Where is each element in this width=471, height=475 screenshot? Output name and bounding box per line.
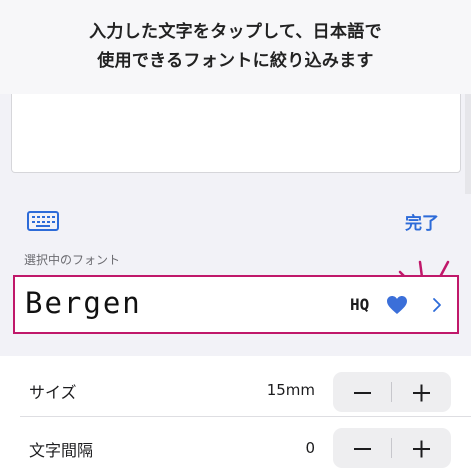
selected-font-label: 選択中のフォント [24,253,121,267]
minus-icon [354,392,371,394]
hq-badge: HQ [350,295,370,314]
text-input-area[interactable] [11,94,461,173]
size-increase-button[interactable] [392,372,451,412]
minus-icon [354,448,371,450]
settings-divider [20,416,471,417]
instruction-line-1: 入力した文字をタップして、日本語で [89,22,382,42]
chevron-right-icon[interactable] [432,296,442,314]
spacing-label: 文字間隔 [29,441,94,460]
heart-icon[interactable] [386,295,408,315]
selected-font-row[interactable]: Bergen HQ [13,275,459,334]
size-value: 15mm [266,381,315,399]
instruction-banner: 入力した文字をタップして、日本語で 使用できるフォントに絞り込みます [0,0,471,94]
plus-icon [413,384,430,402]
spacing-value: 0 [305,439,315,457]
scroll-edge [465,94,471,194]
size-stepper[interactable] [333,372,451,412]
spacing-decrease-button[interactable] [333,428,392,468]
spacing-stepper[interactable] [333,428,451,468]
spacing-increase-button[interactable] [392,428,451,468]
done-button[interactable]: 完了 [405,209,439,234]
font-name: Bergen [25,286,142,320]
size-decrease-button[interactable] [333,372,392,412]
size-label: サイズ [29,383,77,402]
plus-icon [413,440,430,458]
keyboard-icon[interactable] [27,211,59,231]
instruction-line-2: 使用できるフォントに絞り込みます [97,51,374,71]
